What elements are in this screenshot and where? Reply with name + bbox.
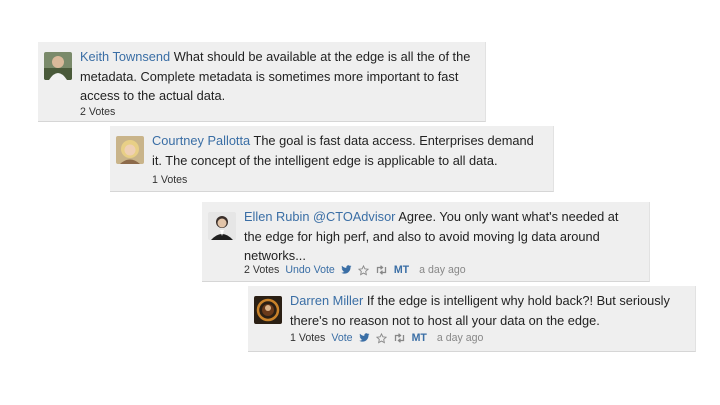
comment-card: Ellen Rubin @CTOAdvisor Agree. You only … xyxy=(202,202,650,282)
comment-text: Darren Miller If the edge is intelligent… xyxy=(290,291,685,330)
retweet-icon[interactable] xyxy=(393,333,406,343)
avatar[interactable] xyxy=(116,136,144,164)
comment-meta: 2 Votes Undo Vote MT a day ago xyxy=(244,264,466,276)
author-link[interactable]: Darren Miller xyxy=(290,293,363,308)
vote-count: 1 Votes xyxy=(290,332,326,344)
star-icon[interactable] xyxy=(357,264,369,276)
comment-card: Darren Miller If the edge is intelligent… xyxy=(248,286,696,352)
timestamp: a day ago xyxy=(419,264,466,276)
comment-meta: 1 Votes xyxy=(152,174,187,186)
comment-text: Ellen Rubin @CTOAdvisor Agree. You only … xyxy=(244,207,639,266)
comment-text: Keith Townsend What should be available … xyxy=(80,47,475,106)
vote-button[interactable]: Vote xyxy=(331,332,352,344)
mt-button[interactable]: MT xyxy=(394,264,409,276)
avatar[interactable] xyxy=(44,52,72,80)
comment-meta: 1 Votes Vote MT a day ago xyxy=(290,332,483,344)
vote-count: 2 Votes xyxy=(244,264,280,276)
comment-meta: 2 Votes xyxy=(80,106,115,118)
twitter-icon[interactable] xyxy=(358,333,370,343)
avatar[interactable] xyxy=(208,212,236,240)
vote-count: 1 Votes xyxy=(152,174,188,186)
author-link[interactable]: Ellen Rubin @CTOAdvisor xyxy=(244,209,395,224)
star-icon[interactable] xyxy=(375,332,387,344)
author-link[interactable]: Courtney Pallotta xyxy=(152,133,250,148)
comment-card: Keith Townsend What should be available … xyxy=(38,42,486,122)
comment-text: Courtney Pallotta The goal is fast data … xyxy=(152,131,543,170)
mt-button[interactable]: MT xyxy=(412,332,427,344)
author-link[interactable]: Keith Townsend xyxy=(80,49,170,64)
undo-vote-button[interactable]: Undo Vote xyxy=(285,264,334,276)
avatar[interactable] xyxy=(254,296,282,324)
comment-card: Courtney Pallotta The goal is fast data … xyxy=(110,126,554,192)
vote-count: 2 Votes xyxy=(80,106,116,118)
retweet-icon[interactable] xyxy=(375,265,388,275)
twitter-icon[interactable] xyxy=(341,265,352,275)
timestamp: a day ago xyxy=(436,332,484,344)
